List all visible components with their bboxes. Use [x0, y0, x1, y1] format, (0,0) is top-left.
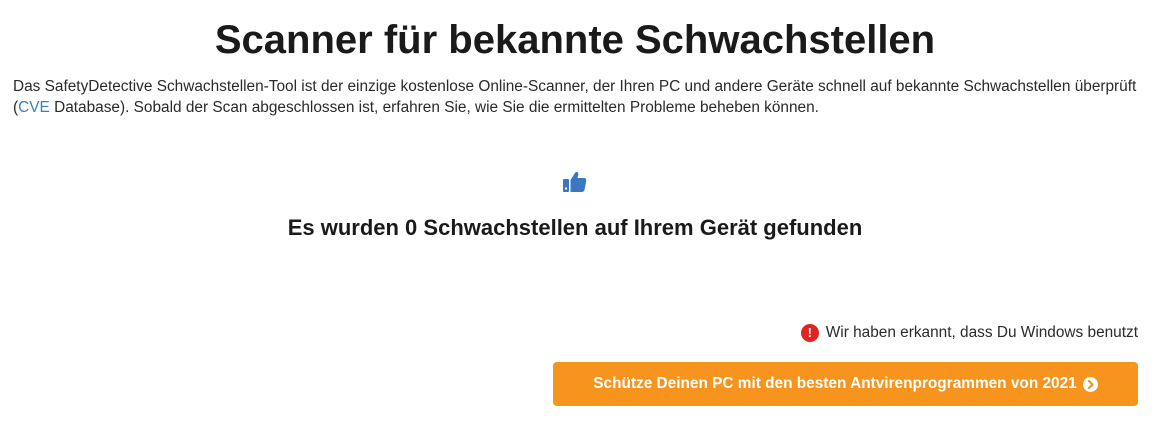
scanner-page: Scanner für bekannte Schwachstellen Das …	[0, 0, 1157, 440]
cve-database-link[interactable]: CVE	[18, 99, 50, 116]
os-detection-text: Wir haben erkannt, dass Du Windows benut…	[825, 324, 1138, 341]
page-title: Scanner für bekannte Schwachstellen	[214, 18, 936, 62]
scan-result: Es wurden 0 Schwachstellen auf Ihrem Ger…	[0, 168, 1150, 243]
thumbs-up-icon	[562, 168, 588, 194]
intro-paragraph: Das SafetyDetective Schwachstellen-Tool …	[13, 76, 1148, 118]
protect-pc-button[interactable]: Schütze Deinen PC mit den besten Antvire…	[553, 362, 1138, 406]
exclamation-circle-icon: !	[800, 324, 819, 342]
result-message: Es wurden 0 Schwachstellen auf Ihrem Ger…	[287, 215, 863, 240]
intro-text-end: Database). Sobald der Scan abgeschlossen…	[49, 99, 819, 116]
os-detection-notice: ! Wir haben erkannt, dass Du Windows ben…	[800, 324, 1138, 342]
protect-pc-button-label: Schütze Deinen PC mit den besten Antvire…	[593, 375, 1077, 392]
chevron-circle-right-icon	[1082, 376, 1098, 392]
